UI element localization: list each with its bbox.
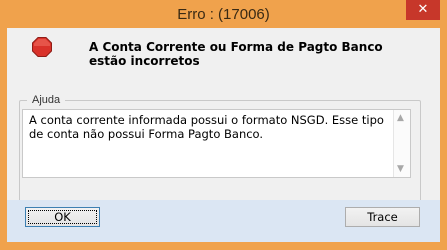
title-bar[interactable]: Erro : (17006) ✕ [0,0,447,28]
trace-button[interactable]: Trace [345,207,420,227]
error-dialog: Erro : (17006) ✕ A Conta Corrente ou For… [0,0,447,250]
close-icon: ✕ [417,2,429,17]
chevron-up-icon[interactable]: ▲ [397,113,404,123]
help-text: A conta corrente informada possui o form… [29,113,384,141]
help-textbox[interactable]: A conta corrente informada possui o form… [22,109,411,178]
chevron-down-icon[interactable]: ▼ [397,164,404,174]
dialog-title: Erro : (17006) [177,6,270,23]
dialog-body: A Conta Corrente ou Forma de Pagto Banco… [7,28,440,242]
stop-sign-icon [32,37,52,57]
ok-button[interactable]: OK [25,207,100,227]
help-legend: Ajuda [27,94,66,106]
error-message: A Conta Corrente ou Forma de Pagto Banco… [89,40,383,68]
vertical-scrollbar[interactable]: ▲ ▼ [393,110,410,177]
close-button[interactable]: ✕ [406,0,440,20]
ok-button-label: OK [28,210,97,224]
